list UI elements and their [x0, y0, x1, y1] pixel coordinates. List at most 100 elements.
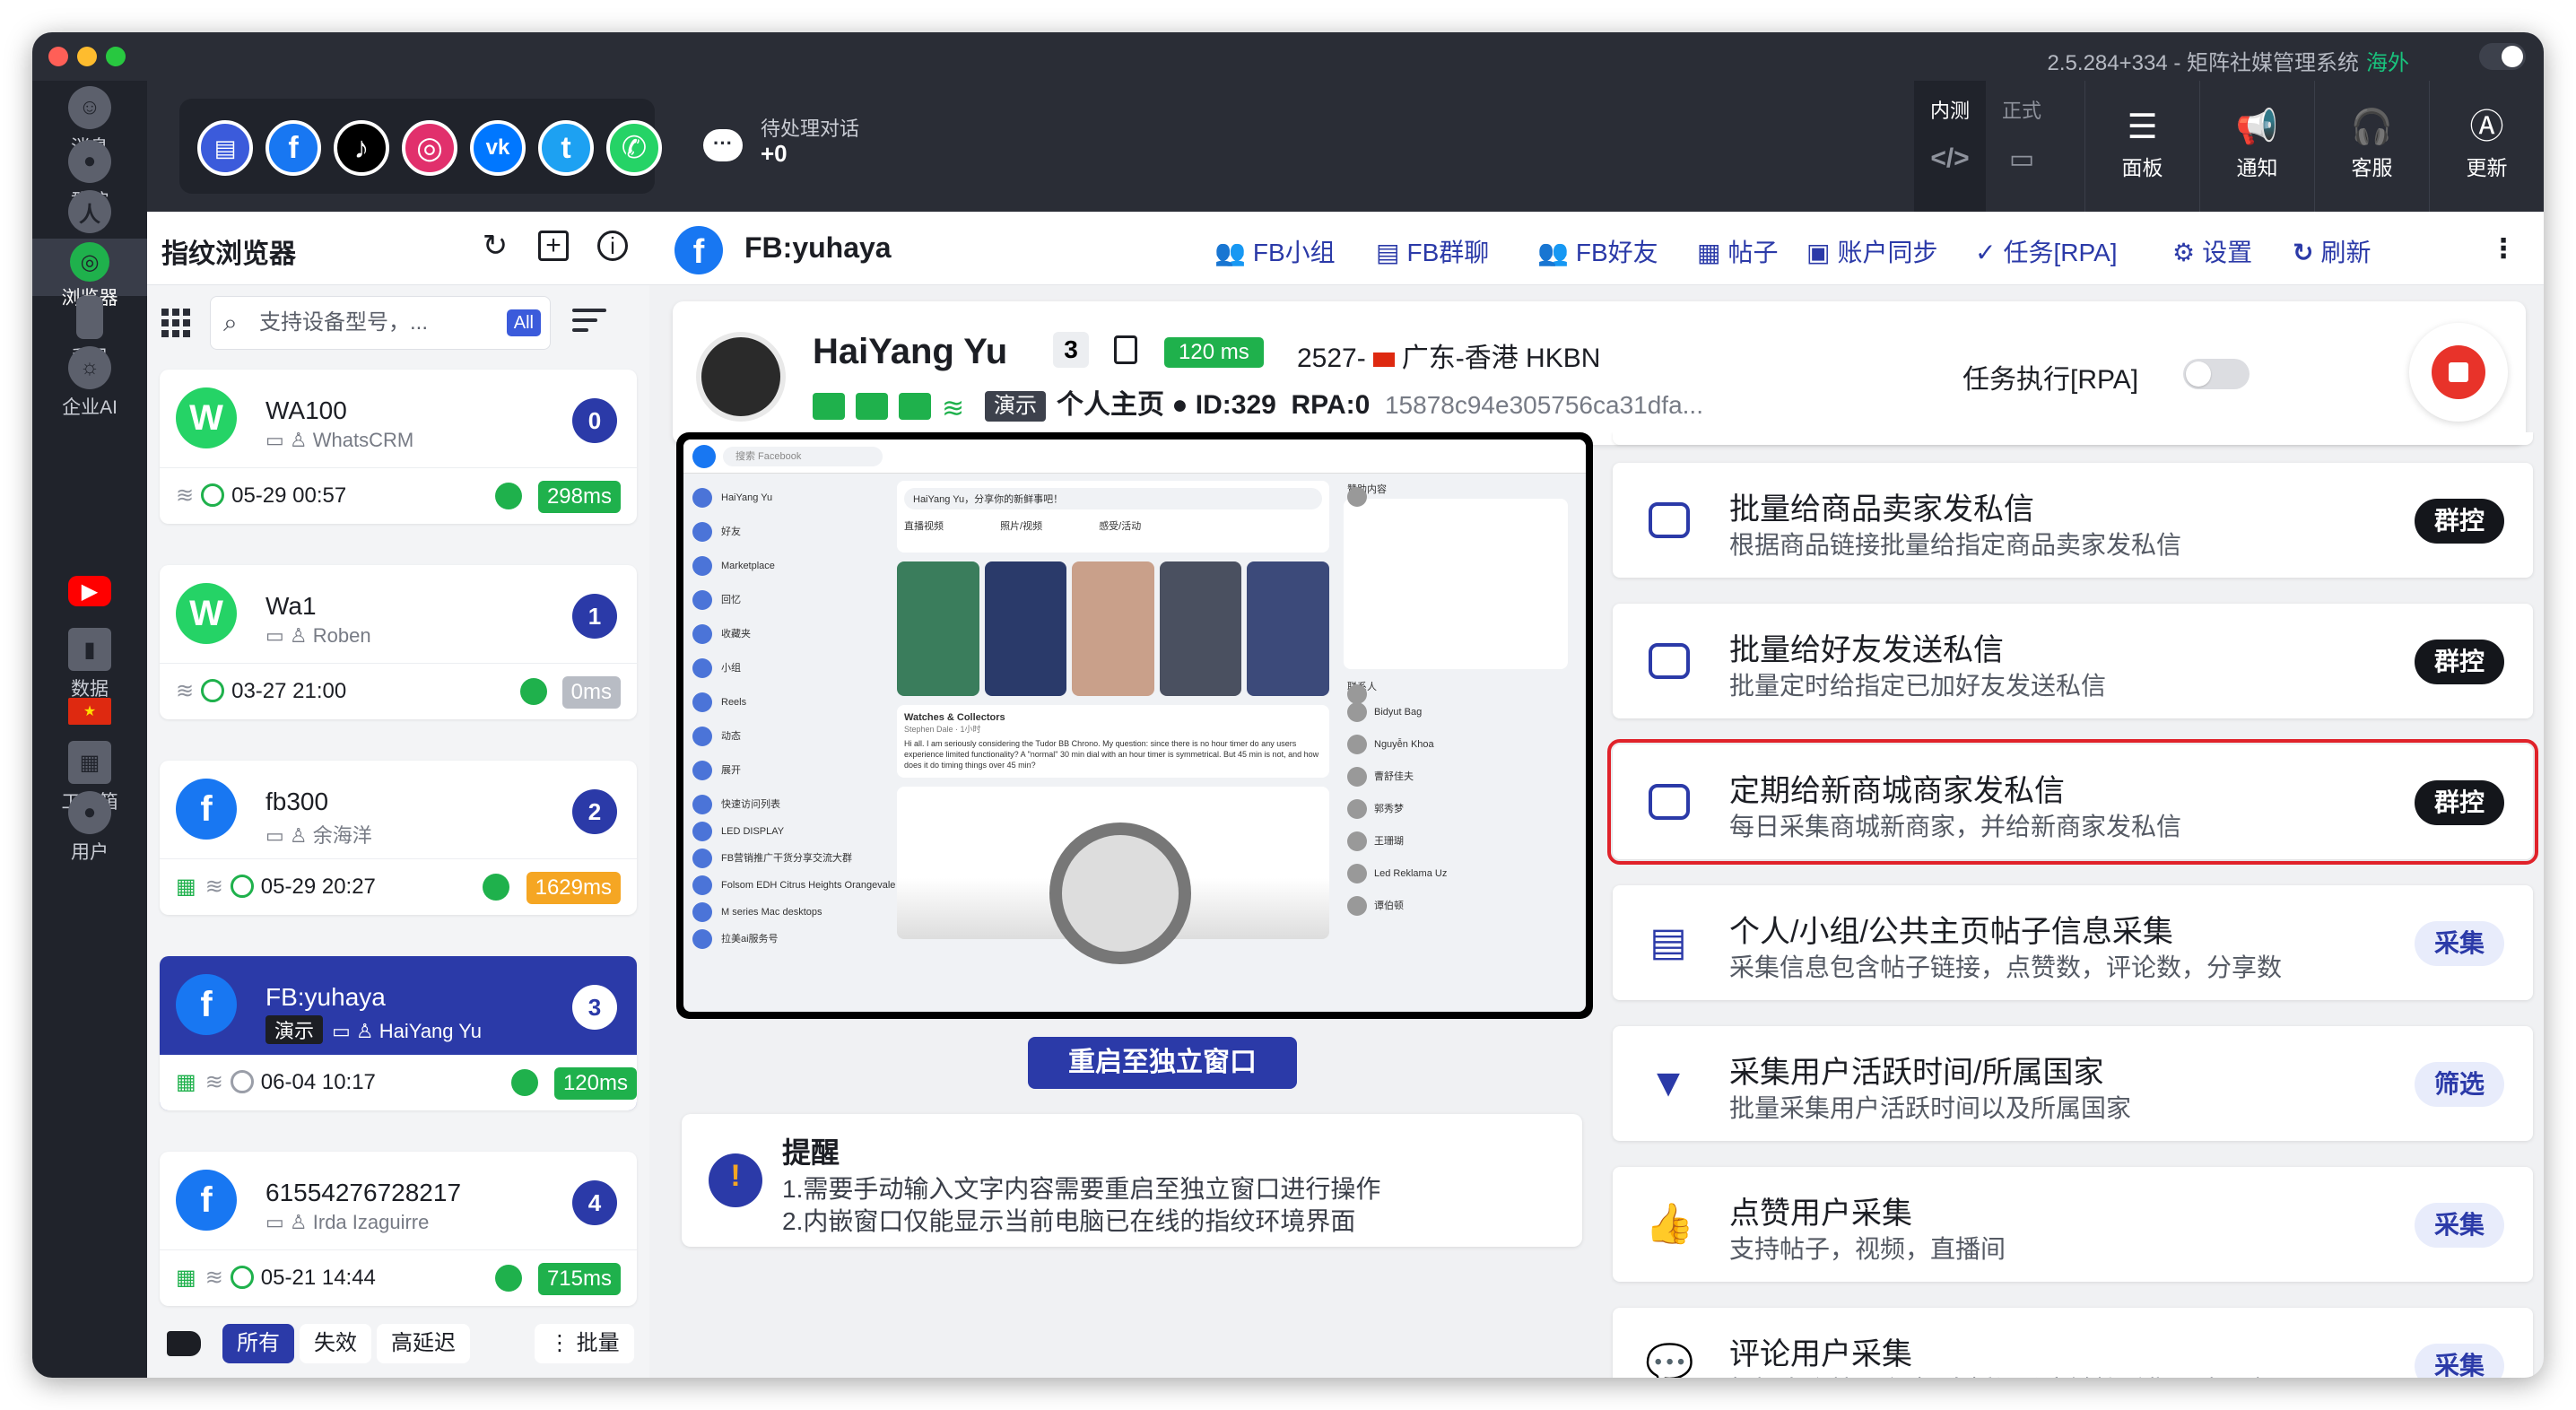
env-formal-button[interactable]: 正式 ▭ [1986, 81, 2058, 212]
fb-nav-item[interactable]: 展开 [689, 753, 886, 788]
stop-button[interactable] [2409, 323, 2508, 422]
fb-groups-button[interactable]: 👥 FB小组 [1214, 233, 1336, 269]
add-profile-icon[interactable]: + [538, 231, 569, 261]
fb-nav-item[interactable]: 动态 [689, 719, 886, 753]
theme-toggle[interactable] [2479, 43, 2526, 70]
tiktok-icon[interactable]: ♪ [334, 120, 389, 176]
more-vertical-icon[interactable]: ⋮ [2490, 233, 2517, 265]
fb-nav-item[interactable]: 好友 [689, 515, 886, 549]
story-card[interactable] [1072, 561, 1154, 696]
filter-all[interactable]: 所有 [222, 1324, 294, 1363]
fb-nav-item[interactable]: 拉美ai服务号 [689, 922, 886, 949]
all-platforms-icon[interactable]: ▤ [197, 120, 253, 176]
task-card[interactable]: 批量给好友发送私信 批量定时给指定已加好友发送私信 群控 [1613, 604, 2533, 718]
story-card[interactable] [984, 561, 1067, 696]
search-scope-badge[interactable]: All [506, 309, 541, 336]
profile-card-item[interactable]: W Wa1 ▭ ♙ Roben 1 ≋ 03-27 21:00 0ms [160, 565, 637, 719]
nav-user[interactable]: ● 用户 [32, 791, 147, 865]
fb-contact-item[interactable]: Led Reklama Uz [1344, 857, 1568, 890]
close-window-button[interactable] [48, 47, 68, 66]
story-card[interactable] [897, 561, 979, 696]
zoom-window-button[interactable] [106, 47, 126, 66]
shop-icon[interactable] [899, 393, 931, 421]
twitter-icon[interactable]: t [538, 120, 594, 176]
task-card[interactable]: 批量给商品卖家发私信 根据商品链接批量给指定商品卖家发私信 群控 [1613, 463, 2533, 578]
task-card[interactable]: 👍 点赞用户采集 支持帖子，视频，直播间 采集 [1613, 1167, 2533, 1282]
nav-browser[interactable]: ◎浏览器 [32, 239, 147, 309]
batch-button[interactable]: ⋮ 批量 [535, 1324, 634, 1363]
profile-card-item[interactable]: f FB:yuhaya 演示 ▭ ♙ HaiYang Yu 3 ▦ ≋ 06-04 10:17… [160, 956, 637, 1110]
instagram-icon[interactable]: ◎ [402, 120, 457, 176]
fb-nav-item[interactable]: Folsom EDH Citrus Heights Orangevale SEL… [689, 868, 956, 895]
server-icon[interactable] [856, 393, 888, 421]
fb-nav-item[interactable]: LED DISPLAY [689, 814, 886, 841]
fb-search-input[interactable]: 搜索 Facebook [723, 447, 883, 466]
restart-standalone-button[interactable]: 重启至独立窗口 [1028, 1037, 1297, 1089]
search-input[interactable]: ⌕ 支持设备型号，... All [210, 296, 551, 350]
task-action-button[interactable]: 群控 [2414, 780, 2504, 825]
embedded-browser[interactable]: 搜索 Facebook HaiYang Yu 好友 Marketplace 回忆 收藏夹… [676, 432, 1593, 1019]
copy-icon[interactable] [1114, 335, 1137, 364]
fb-friends-button[interactable]: 👥 FB好友 [1537, 233, 1658, 269]
sponsored-ad[interactable] [1344, 499, 1568, 669]
fb-nav-item[interactable]: 小组 [689, 651, 886, 685]
refresh-icon[interactable]: ↻ [477, 228, 513, 264]
fb-nav-item[interactable]: 回忆 [689, 583, 886, 617]
whatsapp-icon[interactable]: ✆ [606, 120, 662, 176]
support-button[interactable]: 🎧 客服 [2314, 81, 2429, 212]
fb-contact-item[interactable]: 郭秀梦 [1344, 793, 1568, 825]
env-internal-button[interactable]: 内测 </> [1914, 81, 1986, 212]
facebook-icon[interactable]: f [265, 120, 321, 176]
task-card[interactable]: ▼ 采集用户活跃时间/所属国家 批量采集用户活跃时间以及所属国家 筛选 [1613, 1026, 2533, 1141]
task-action-button[interactable]: 群控 [2414, 640, 2504, 684]
live-video-action[interactable]: 直播视频 [904, 521, 944, 532]
fb-group-chat-button[interactable]: ▤ FB群聊 [1376, 233, 1489, 269]
photo-video-action[interactable]: 照片/视频 [1000, 521, 1042, 532]
rpa-tasks-button[interactable]: ✓ 任务[RPA] [1975, 233, 2118, 269]
fb-nav-item[interactable]: Marketplace [689, 549, 886, 583]
task-card[interactable]: 💬 评论用户采集根据多个帖子/视频/直播间分享链接采集评论用户 采集 [1613, 1308, 2533, 1378]
profile-card-item[interactable]: f fb300 ▭ ♙ 余海洋 2 ▦ ≋ 05-29 20:27 1629ms [160, 761, 637, 915]
feeling-activity-action[interactable]: 感受/活动 [1099, 521, 1141, 532]
task-action-button[interactable]: 采集 [2414, 1344, 2504, 1378]
task-action-button[interactable]: 采集 [2414, 921, 2504, 966]
vk-icon[interactable]: vk [470, 120, 526, 176]
posts-button[interactable]: ▦ 帖子 [1697, 233, 1778, 269]
profile-card-item[interactable]: W WA100 ▭ ♙ WhatsCRM 0 ≋ 05-29 00:57 298ms [160, 370, 637, 524]
grid-view-icon[interactable] [161, 309, 190, 337]
minimize-window-button[interactable] [77, 47, 97, 66]
nav-youtube[interactable]: ▶ [32, 576, 147, 610]
notify-button[interactable]: 📢 通知 [2199, 81, 2314, 212]
home-icon[interactable] [813, 393, 845, 421]
tag-icon[interactable] [167, 1331, 201, 1356]
profile-card-item[interactable]: f 61554276728217 ▭ ♙ Irda Izaguirre 4 ▦ ≋ 05-2… [160, 1152, 637, 1306]
filter-high-latency[interactable]: 高延迟 [377, 1324, 470, 1363]
task-card[interactable]: 定期给新商城商家发私信 每日采集商城新商家，并给新商家发私信 群控 [1607, 739, 2538, 865]
rpa-toggle[interactable] [2183, 359, 2250, 389]
task-card[interactable]: ▤ 个人/小组/公共主页帖子信息采集 采集信息包含帖子链接，点赞数，评论数，分享数 采… [1613, 885, 2533, 1000]
panel-button[interactable]: ☰ 面板 [2084, 81, 2199, 212]
fb-composer[interactable]: HaiYang Yu，分享你的新鲜事吧！ 直播视频 照片/视频 感受/活动 [897, 481, 1329, 553]
fb-nav-item[interactable]: M series Mac desktops [689, 895, 886, 922]
fb-contact-item[interactable]: Bidyut Bag [1344, 696, 1568, 728]
fb-nav-item[interactable]: HaiYang Yu [689, 481, 886, 515]
filter-invalid[interactable]: 失效 [300, 1324, 371, 1363]
fb-nav-item[interactable]: 快速访问列表 [689, 788, 886, 814]
nav-data[interactable]: ▮ 数据 [32, 628, 147, 701]
sort-icon[interactable] [572, 309, 606, 337]
task-action-button[interactable]: 筛选 [2414, 1062, 2504, 1107]
fb-contact-item[interactable]: Nguyễn Khoa [1344, 728, 1568, 761]
fb-contact-item[interactable]: 曹舒佳夫 [1344, 761, 1568, 793]
fb-contact-item[interactable]: 王珊瑚 [1344, 825, 1568, 857]
refresh-button[interactable]: ↻ 刷新 [2293, 233, 2371, 269]
info-icon[interactable]: i [597, 231, 628, 261]
account-sync-button[interactable]: ▣ 账户同步 [1806, 233, 1937, 269]
story-card[interactable] [1159, 561, 1242, 696]
nav-language[interactable]: ★ [32, 698, 147, 728]
fb-contact-item[interactable]: 谭伯顿 [1344, 890, 1568, 922]
fb-nav-item[interactable]: Reels [689, 685, 886, 719]
task-action-button[interactable]: 群控 [2414, 499, 2504, 544]
fb-nav-item[interactable]: FB营销推广干货分享交流大群 [689, 841, 886, 868]
nav-enterprise-ai[interactable]: ☼ 企业AI [32, 346, 147, 420]
task-action-button[interactable]: 采集 [2414, 1203, 2504, 1248]
